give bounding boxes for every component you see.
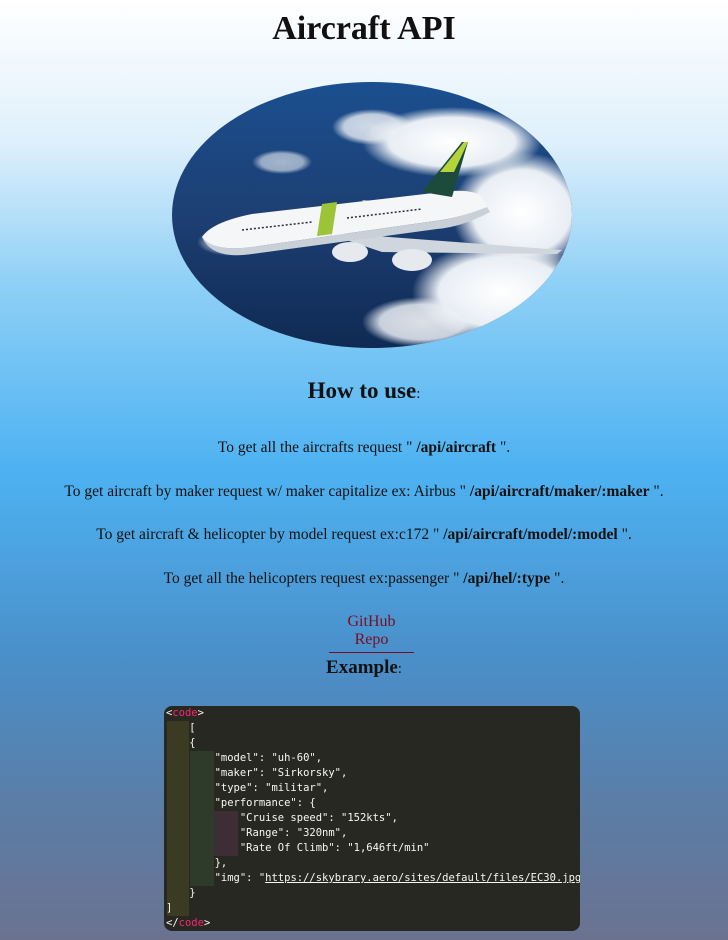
instruction-all-aircraft: To get all the aircrafts request " /api/… (217, 439, 511, 456)
code-line: "Cruise speed": "152kts", (164, 812, 398, 824)
aircraft-hero-image (172, 82, 572, 348)
code-line: "img": "https://skybrary.aero/sites/defa… (164, 872, 580, 884)
route-by-maker: /api/aircraft/maker/:maker (469, 483, 650, 500)
code-line: [ (164, 722, 196, 734)
code-line: { (164, 737, 196, 749)
instruction-by-model: To get aircraft & helicopter by model re… (96, 526, 632, 543)
airplane-in-clouds-icon (172, 82, 572, 348)
route-all-aircraft: /api/aircraft (416, 439, 497, 456)
route-by-model: /api/aircraft/model/:model (443, 526, 618, 543)
code-open-tag: <code> (166, 707, 204, 719)
page-title: Aircraft API (272, 10, 456, 47)
code-line: "Range": "320nm", (164, 827, 348, 839)
code-line: "performance": { (164, 797, 316, 809)
code-line: ] (166, 902, 173, 914)
how-to-use-heading: How to use: (307, 378, 421, 403)
example-code-block: <code> [ { "model": "uh-60", "maker": "S… (164, 706, 580, 931)
code-line: } (164, 887, 196, 899)
route-helicopters: /api/hel/:type (463, 570, 551, 587)
instruction-by-maker: To get aircraft by maker request w/ make… (64, 483, 664, 500)
code-line: "type": "militar", (164, 782, 329, 794)
code-line: "Rate Of Climb": "1,646ft/min" (164, 842, 430, 854)
instruction-helicopters: To get all the helicopters request ex:pa… (163, 570, 565, 587)
img-url-link[interactable]: https://skybrary.aero/sites/default/file… (265, 872, 580, 884)
example-heading: Example: (326, 657, 402, 678)
code-line: "maker": "Sirkorsky", (164, 767, 348, 779)
github-repo-link[interactable]: GitHub Repo (329, 613, 414, 653)
code-close-tag: </code> (166, 917, 211, 929)
code-line: "model": "uh-60", (164, 752, 323, 764)
code-line: }, (164, 857, 228, 869)
